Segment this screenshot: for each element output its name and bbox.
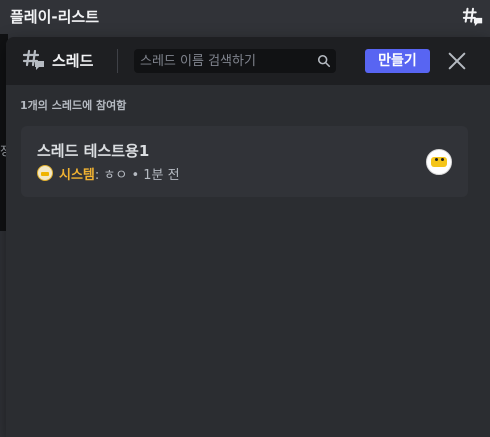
dot-separator: • [127, 168, 144, 183]
message-text: ㅎㅇ [103, 168, 128, 183]
search-icon [317, 54, 331, 68]
threads-panel-title: 스레드 [52, 52, 94, 70]
message-author: 시스템 [59, 168, 95, 183]
thread-last-message: 시스템: ㅎㅇ • 1분 전 [37, 164, 180, 183]
close-icon[interactable] [446, 50, 468, 72]
channel-topbar: 플레이-리스트 [0, 0, 490, 34]
thread-item[interactable]: 스레드 테스트용1 시스템: ㅎㅇ • 1분 전 [21, 126, 468, 197]
threads-icon [22, 49, 44, 70]
avatar-body [431, 157, 447, 167]
thread-search-box[interactable] [134, 49, 336, 73]
channel-title: 플레이-리스트 [10, 8, 100, 26]
avatar-eye-left [435, 158, 438, 161]
thread-name: 스레드 테스트용1 [37, 142, 150, 160]
thread-search-input[interactable] [140, 51, 310, 71]
avatar-eye-right [441, 158, 444, 161]
threads-panel: 스레드 만들기 1개의 스레드에 참여함 스레드 테스트용1 시스템: ㅎㅇ •… [6, 37, 490, 437]
threads-icon[interactable] [462, 6, 484, 28]
thread-member-avatar[interactable] [426, 149, 452, 175]
joined-threads-label: 1개의 스레드에 참여함 [20, 99, 127, 112]
header-divider [117, 49, 118, 73]
threads-panel-header: 스레드 만들기 [6, 37, 490, 85]
message-time: 1분 전 [143, 168, 180, 183]
bot-avatar-icon [37, 165, 53, 181]
create-thread-button[interactable]: 만들기 [365, 49, 430, 73]
